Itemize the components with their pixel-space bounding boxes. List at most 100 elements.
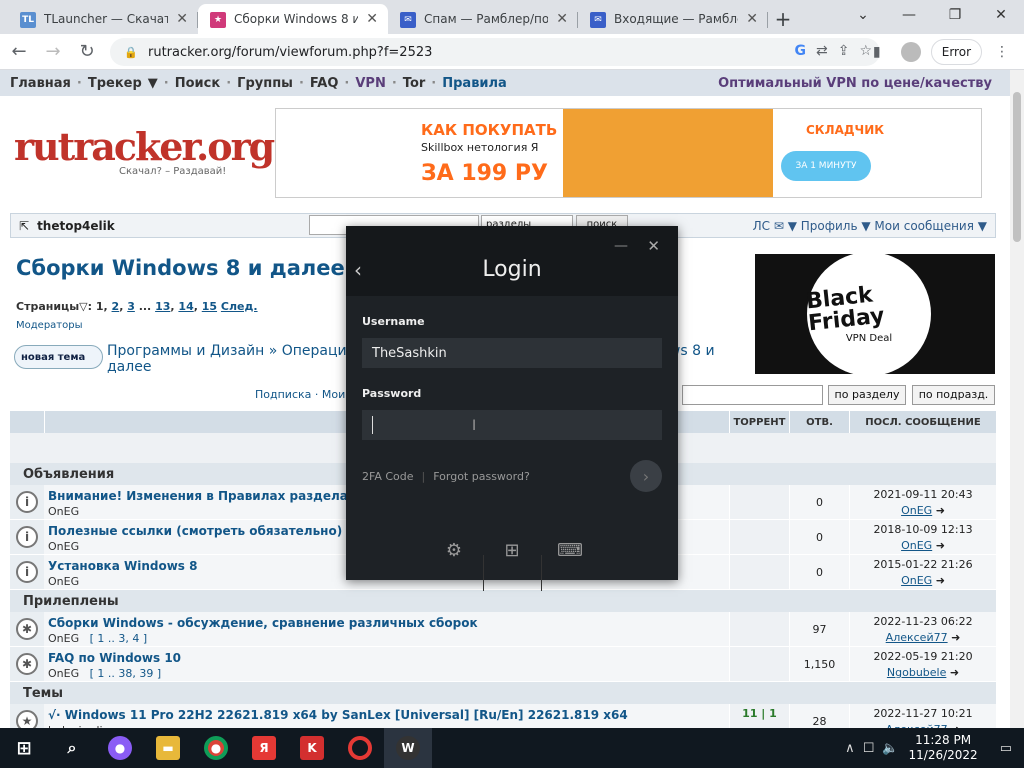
ad-banner[interactable]: КАК ПОКУПАТЬ К Skillbox нетология Я ЗА 1…: [275, 108, 982, 198]
nav-search[interactable]: Поиск: [175, 76, 220, 91]
black-friday-ad[interactable]: Black Friday VPN Deal: [755, 254, 995, 374]
topic-title-link[interactable]: Внимание! Изменения в Правилах раздела «…: [48, 489, 370, 503]
page-title[interactable]: Сборки Windows 8 и далее: [16, 256, 345, 280]
opera-icon[interactable]: [336, 728, 384, 768]
topic-pages[interactable]: [ 1 .. 3, 4 ]: [90, 632, 148, 645]
forgot-password-link[interactable]: Forgot password?: [433, 470, 530, 483]
goto-last-post-icon[interactable]: ➜: [936, 539, 945, 552]
page-2[interactable]: 2: [112, 300, 120, 313]
tab-close-icon[interactable]: ✕: [746, 11, 758, 27]
menu-kebab-icon[interactable]: ⋮: [988, 38, 1016, 66]
search-subsection-button[interactable]: по подразд.: [912, 385, 995, 405]
browser-tab[interactable]: ✉ Спам — Рамблер/поч ✕: [388, 4, 578, 34]
page-15[interactable]: 15: [202, 300, 217, 313]
page-3[interactable]: 3: [127, 300, 135, 313]
page-scrollbar[interactable]: [1010, 70, 1024, 728]
subscription-links[interactable]: Подписка · Мои: [255, 388, 345, 401]
error-button[interactable]: Error: [930, 39, 982, 65]
last-post-user[interactable]: Алексей77: [886, 631, 948, 644]
login-submit-arrow-icon[interactable]: ›: [630, 460, 662, 492]
topic-author[interactable]: OnEG: [48, 540, 79, 553]
username-field[interactable]: TheSashkin: [362, 338, 662, 368]
nav-vpn[interactable]: VPN: [355, 76, 385, 91]
goto-last-post-icon[interactable]: ➜: [936, 504, 945, 517]
notifications-icon[interactable]: ▭: [1000, 741, 1012, 756]
goto-last-post-icon[interactable]: ➜: [951, 631, 960, 644]
tab-close-icon[interactable]: ✕: [366, 11, 378, 27]
console-icon[interactable]: ⌨: [557, 537, 583, 563]
share-icon[interactable]: ⇪: [838, 43, 850, 59]
topic-title-link[interactable]: Установка Windows 8: [48, 559, 197, 573]
last-post-user[interactable]: OnEG: [901, 574, 932, 587]
browser-tab[interactable]: ★ Сборки Windows 8 и д ✕: [198, 4, 388, 34]
topic-title-link[interactable]: Сборки Windows - обсуждение, сравнение р…: [48, 616, 478, 630]
topic-pages[interactable]: [ 1 .. 38, 39 ]: [90, 667, 162, 680]
topic-author[interactable]: OnEG: [48, 505, 79, 518]
settings-gear-icon[interactable]: ⚙: [441, 537, 467, 563]
nav-faq[interactable]: FAQ: [310, 76, 339, 91]
goto-last-post-icon[interactable]: ➜: [950, 666, 959, 679]
chrome-icon[interactable]: ●: [192, 728, 240, 768]
nav-rules[interactable]: Правила: [442, 76, 507, 91]
reload-button[interactable]: ↻: [72, 37, 102, 67]
nav-groups[interactable]: Группы: [237, 76, 293, 91]
google-icon[interactable]: G: [794, 43, 806, 59]
restore-button[interactable]: ❐: [932, 0, 978, 30]
volume-icon[interactable]: 🔈: [882, 741, 898, 756]
last-post-user[interactable]: OnEG: [901, 504, 932, 517]
dialog-minimize-button[interactable]: —: [614, 238, 628, 254]
goto-last-post-icon[interactable]: ➜: [936, 574, 945, 587]
close-window-button[interactable]: ✕: [978, 0, 1024, 30]
topic-author[interactable]: OnEG: [48, 632, 79, 645]
file-explorer-icon[interactable]: ▬: [144, 728, 192, 768]
start-button[interactable]: ⊞: [0, 728, 48, 768]
search-section-button[interactable]: по разделу: [828, 385, 906, 405]
side-panel-icon[interactable]: ▮: [863, 38, 891, 66]
last-post-user[interactable]: OnEG: [901, 539, 932, 552]
nav-tracker[interactable]: Трекер: [88, 76, 142, 91]
page-13[interactable]: 13: [155, 300, 170, 313]
vpn-promo-link[interactable]: Оптимальный VPN по цене/качеству: [718, 76, 992, 91]
browser-tab[interactable]: TL TLauncher — Скачать ✕: [8, 4, 198, 34]
page-next[interactable]: След.: [221, 300, 258, 313]
user-menu-links[interactable]: ЛС ✉ ▼ Профиль ▼ Мои сообщения ▼: [753, 219, 987, 233]
password-field[interactable]: I: [362, 410, 662, 440]
kis-icon[interactable]: K: [288, 728, 336, 768]
dialog-close-button[interactable]: ✕: [647, 237, 660, 255]
site-logo[interactable]: rutracker.org Скачал? – Раздавай!: [14, 128, 275, 188]
network-icon[interactable]: ☐: [863, 741, 875, 756]
page-14[interactable]: 14: [178, 300, 193, 313]
topic-title-link[interactable]: FAQ по Windows 10: [48, 651, 181, 665]
tab-close-icon[interactable]: ✕: [556, 11, 568, 27]
yandex-icon[interactable]: Я: [240, 728, 288, 768]
address-bar[interactable]: 🔒 rutracker.org/forum/viewforum.php?f=25…: [110, 38, 880, 66]
topic-title-link[interactable]: √· Windows 11 Pro 22H2 22621.819 x64 by …: [48, 708, 628, 722]
twofa-link[interactable]: 2FA Code: [362, 470, 414, 483]
username-link[interactable]: thetop4elik: [37, 219, 115, 233]
topic-title-link[interactable]: Полезные ссылки (смотреть обязательно): [48, 524, 342, 538]
topic-author[interactable]: OnEG: [48, 667, 79, 680]
forward-button[interactable]: →: [38, 37, 68, 67]
minimize-button[interactable]: —: [886, 0, 932, 30]
browser-tab[interactable]: ✉ Входящие — Рамблер ✕: [578, 4, 768, 34]
tab-search-chevron-icon[interactable]: ⌄: [840, 0, 886, 30]
tab-close-icon[interactable]: ✕: [176, 11, 188, 27]
add-account-icon[interactable]: ⊞: [499, 537, 525, 563]
nav-tor[interactable]: Tor: [403, 76, 425, 91]
last-post-user[interactable]: Ngobubele: [887, 666, 946, 679]
tlauncher-icon[interactable]: W: [384, 728, 432, 768]
back-button[interactable]: ←: [4, 37, 34, 67]
logout-icon[interactable]: ⇱: [19, 219, 29, 233]
nav-home[interactable]: Главная: [10, 76, 71, 91]
new-tab-button[interactable]: +: [768, 4, 798, 34]
moderators-link[interactable]: Модераторы: [16, 320, 82, 331]
search-icon[interactable]: ⌕: [48, 728, 96, 768]
tray-chevron-icon[interactable]: ∧: [845, 741, 855, 756]
new-topic-button[interactable]: новая тема: [14, 345, 103, 369]
translate-icon[interactable]: ⇄: [816, 43, 828, 59]
alice-icon[interactable]: ●: [96, 728, 144, 768]
topic-author[interactable]: OnEG: [48, 575, 79, 588]
clock[interactable]: 11:28 PM 11/26/2022: [909, 733, 978, 763]
forum-search-input[interactable]: [682, 385, 823, 405]
profile-avatar-icon[interactable]: [897, 38, 925, 66]
